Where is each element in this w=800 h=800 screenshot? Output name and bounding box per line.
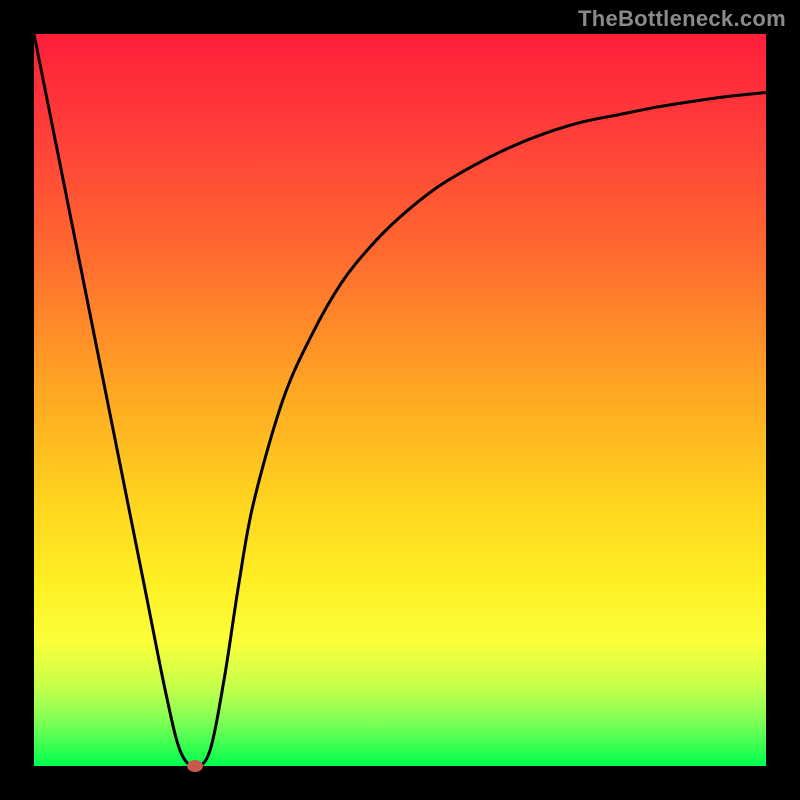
chart-frame: TheBottleneck.com [0,0,800,800]
bottleneck-curve [34,34,766,766]
watermark-text: TheBottleneck.com [578,6,786,32]
plot-area [34,34,766,766]
min-marker-dot [187,760,203,772]
curve-svg [34,34,766,766]
